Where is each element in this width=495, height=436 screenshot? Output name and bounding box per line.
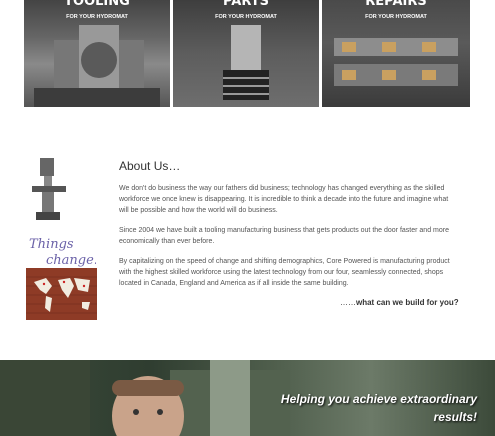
tile-title: PARTS	[222, 0, 270, 9]
things-change-image: Things change.	[29, 237, 96, 268]
tile-title: REPAIRS	[365, 0, 427, 9]
tile-title: TOOLING	[64, 0, 130, 9]
tile-subtitle: FOR YOUR HYDROMAT	[215, 14, 277, 20]
milling-machine-image	[32, 158, 66, 220]
cta-link[interactable]: ……what can we build for you?	[340, 298, 459, 307]
tile-subtitle: FOR YOUR HYDROMAT	[66, 14, 128, 20]
tile-repairs[interactable]: REPAIRS FOR YOUR HYDROMAT	[322, 0, 470, 107]
cta-dots: ……	[340, 298, 356, 307]
world-map-brick-image	[26, 268, 97, 320]
tile-parts[interactable]: PARTS FOR YOUR HYDROMAT	[173, 0, 319, 107]
handwriting-line-1: Things	[29, 237, 74, 252]
handwriting-line-2: change.	[46, 253, 96, 268]
hero-banner: Helping you achieve extraordinary result…	[0, 360, 495, 436]
cta-text: what can we build for you?	[356, 298, 459, 307]
about-paragraph: We don't do business the way our fathers…	[119, 185, 449, 214]
service-tiles: TOOLING FOR YOUR HYDROMAT PARTS FOR YOUR…	[24, 0, 470, 107]
about-paragraph: By capitalizing on the speed of change a…	[119, 258, 450, 287]
about-paragraph: Since 2004 we have built a tooling manuf…	[119, 227, 449, 245]
tile-tooling[interactable]: TOOLING FOR YOUR HYDROMAT	[24, 0, 170, 107]
about-title: About Us…	[119, 159, 181, 173]
banner-tagline: Helping you achieve extraordinary result…	[280, 392, 477, 424]
tile-subtitle: FOR YOUR HYDROMAT	[365, 14, 427, 20]
